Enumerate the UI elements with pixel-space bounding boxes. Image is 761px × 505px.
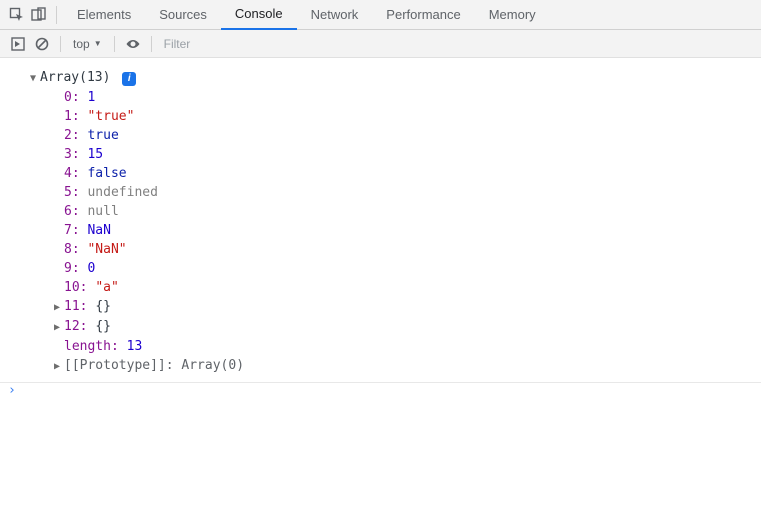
item-key: 0 (64, 90, 72, 105)
console-prompt[interactable]: › (0, 383, 761, 398)
array-item: 1: "true" (54, 107, 761, 126)
array-item: 6: null (54, 202, 761, 221)
array-item: 10: "a" (54, 278, 761, 297)
length-key: length (64, 339, 111, 354)
info-icon[interactable]: i (122, 72, 136, 86)
toggle-sidebar-icon[interactable] (6, 32, 30, 56)
devtools-tabbar: Elements Sources Console Network Perform… (0, 0, 761, 30)
console-output: Array(13) i 0: 11: "true"2: true3: 154: … (0, 58, 761, 376)
item-value: NaN (87, 223, 110, 238)
separator (56, 6, 57, 24)
item-value: 15 (87, 147, 103, 162)
expand-toggle[interactable] (54, 357, 64, 376)
item-key: 12 (64, 319, 80, 334)
length-value: 13 (127, 339, 143, 354)
proto-key: [[Prototype]] (64, 358, 166, 373)
context-label: top (73, 37, 90, 51)
separator (60, 36, 61, 52)
inspect-icon[interactable] (6, 4, 28, 26)
console-toolbar: top ▼ (0, 30, 761, 58)
item-key: 3 (64, 147, 72, 162)
array-item: 5: undefined (54, 183, 761, 202)
array-item: 7: NaN (54, 221, 761, 240)
expand-toggle[interactable] (30, 69, 40, 88)
item-key: 4 (64, 166, 72, 181)
item-key: 6 (64, 204, 72, 219)
item-value: 1 (87, 90, 95, 105)
tab-elements[interactable]: Elements (63, 0, 145, 30)
array-item: 2: true (54, 126, 761, 145)
item-key: 11 (64, 299, 80, 314)
tab-network[interactable]: Network (297, 0, 373, 30)
clear-console-icon[interactable] (30, 32, 54, 56)
item-value: {} (95, 319, 111, 334)
expand-toggle[interactable] (54, 298, 64, 317)
item-key: 7 (64, 223, 72, 238)
tab-console[interactable]: Console (221, 0, 297, 30)
separator (114, 36, 115, 52)
tab-performance[interactable]: Performance (372, 0, 474, 30)
item-key: 10 (64, 280, 80, 295)
array-item-11[interactable]: 11: {} (54, 297, 761, 317)
array-item: 4: false (54, 164, 761, 183)
expand-toggle[interactable] (54, 318, 64, 337)
array-length: length: 13 (54, 337, 761, 356)
context-selector[interactable]: top ▼ (67, 37, 108, 51)
item-value: undefined (87, 185, 157, 200)
item-value: "a" (95, 280, 118, 295)
tab-sources[interactable]: Sources (145, 0, 221, 30)
proto-value: Array(0) (181, 358, 244, 373)
array-item: 0: 1 (54, 88, 761, 107)
live-expression-icon[interactable] (121, 32, 145, 56)
array-prototype[interactable]: [[Prototype]]: Array(0) (54, 356, 761, 376)
item-value: {} (95, 299, 111, 314)
item-key: 5 (64, 185, 72, 200)
array-item: 3: 15 (54, 145, 761, 164)
item-value: "true" (87, 109, 134, 124)
tab-memory[interactable]: Memory (475, 0, 550, 30)
array-item: 9: 0 (54, 259, 761, 278)
array-item: 8: "NaN" (54, 240, 761, 259)
array-header: Array(13) (40, 70, 110, 85)
item-value: true (87, 128, 118, 143)
item-key: 8 (64, 242, 72, 257)
item-value: 0 (87, 261, 95, 276)
array-header-line[interactable]: Array(13) i (30, 68, 761, 88)
array-item-12[interactable]: 12: {} (54, 317, 761, 337)
item-key: 1 (64, 109, 72, 124)
filter-input[interactable] (158, 32, 761, 56)
separator (151, 36, 152, 52)
chevron-down-icon: ▼ (94, 39, 102, 48)
device-toggle-icon[interactable] (28, 4, 50, 26)
item-value: null (87, 204, 118, 219)
item-value: false (87, 166, 126, 181)
item-value: "NaN" (87, 242, 126, 257)
item-key: 2 (64, 128, 72, 143)
item-key: 9 (64, 261, 72, 276)
